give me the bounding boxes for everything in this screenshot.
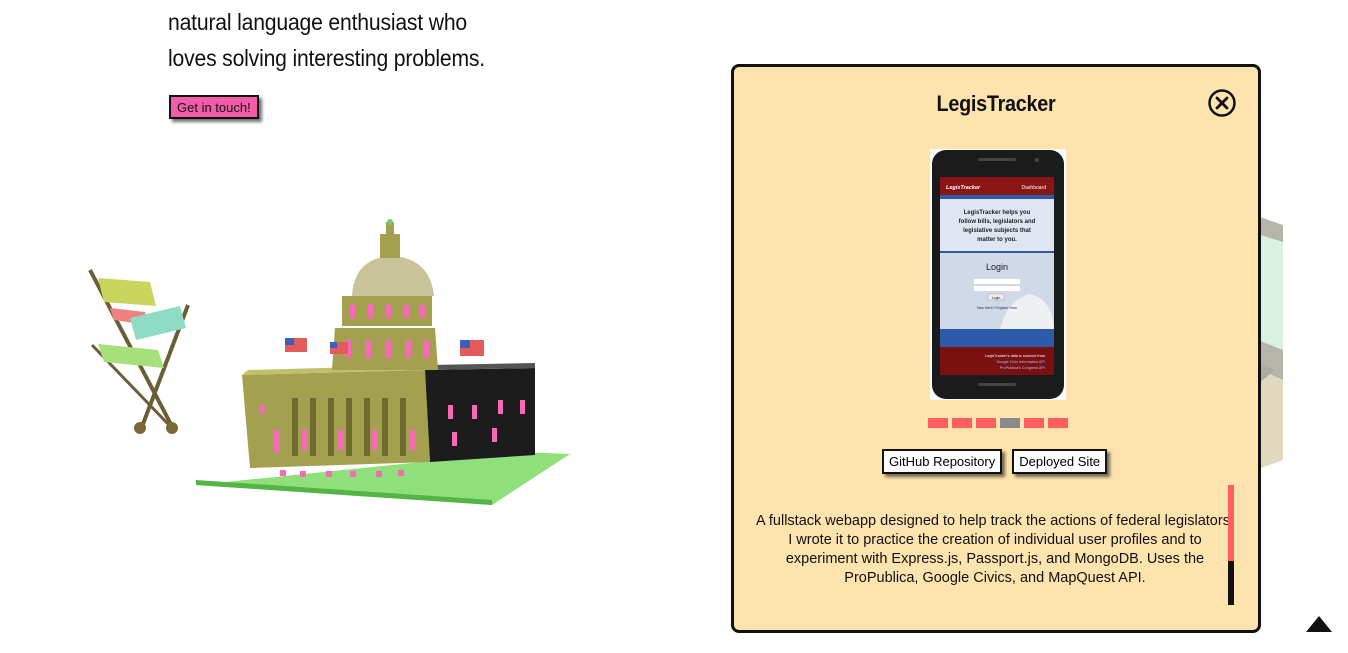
triangle-up-icon[interactable] — [1304, 614, 1334, 634]
phone-login-button: Login — [992, 296, 1001, 300]
project-description: A fullstack webapp designed to help trac… — [756, 513, 1234, 586]
intro-line-2: loves solving interesting problems. — [168, 45, 485, 71]
phone-tagline-4: matter to you. — [977, 237, 1017, 243]
carousel-indicators — [928, 418, 1068, 428]
scrollbar-thumb[interactable] — [1228, 485, 1234, 561]
project-links: GitHub Repository Deployed Site — [882, 449, 1108, 474]
phone-tagline-1: LegisTracker helps you — [964, 210, 1031, 216]
phone-footer-1: LegisTracker's data is sourced from — [985, 354, 1045, 358]
phone-login-heading: Login — [986, 262, 1008, 272]
phone-tagline-2: follow bills, legislators and — [959, 219, 1036, 225]
close-icon[interactable] — [1208, 89, 1236, 117]
phone-footer-2: Google Civic Information API — [996, 360, 1045, 364]
description-scrollbar[interactable] — [1228, 485, 1234, 605]
carousel-dot[interactable] — [1024, 418, 1044, 428]
capitol-building — [242, 219, 535, 477]
project-screenshot[interactable]: LegisTracker Dashboard LegisTracker help… — [930, 149, 1066, 400]
capitol-illustration — [88, 219, 570, 505]
intro-text: natural language enthusiast who loves so… — [168, 0, 554, 76]
crossed-flags — [88, 269, 190, 434]
phone-brand: LegisTracker — [946, 185, 981, 191]
github-repository-button[interactable]: GitHub Repository — [882, 449, 1003, 474]
get-in-touch-button[interactable]: Get in touch! — [169, 95, 259, 119]
carousel-dot[interactable] — [1048, 418, 1068, 428]
carousel-dot[interactable] — [928, 418, 948, 428]
carousel-dot[interactable] — [1000, 418, 1020, 428]
phone-tagline-3: legislative subjects that — [963, 228, 1031, 234]
intro-line-1: natural language enthusiast who — [168, 9, 467, 35]
carousel-dot[interactable] — [952, 418, 972, 428]
phone-nav: Dashboard — [1022, 185, 1047, 191]
phone-footer-3: ProPublica's Congress API — [1000, 366, 1045, 370]
deployed-site-button[interactable]: Deployed Site — [1012, 449, 1108, 474]
carousel-dot[interactable] — [976, 418, 996, 428]
modal-title: LegisTracker — [936, 91, 1056, 116]
project-modal: LegisTracker LegisTracker Dashboard Legi… — [731, 64, 1261, 633]
phone-signup: New Here? Register Here — [977, 306, 1017, 310]
